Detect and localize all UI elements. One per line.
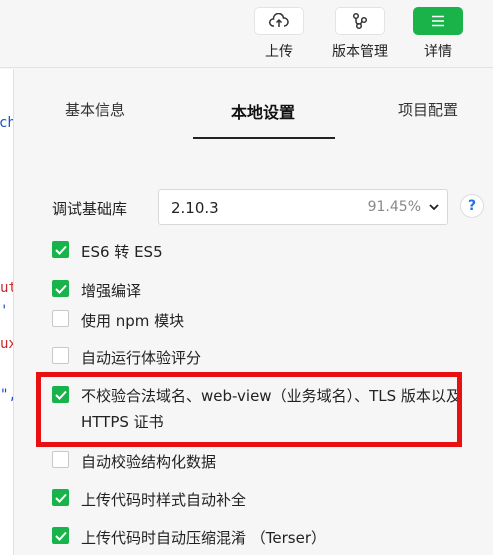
- option-label: 上传代码时样式自动补全: [81, 491, 247, 509]
- tab-project-config[interactable]: 项目配置: [398, 99, 458, 120]
- help-icon[interactable]: ?: [460, 194, 484, 218]
- tab-local-settings[interactable]: 本地设置: [231, 99, 295, 123]
- debug-lib-row: 调试基础库 2.10.3 91.45% ?: [15, 189, 493, 225]
- checkbox-checked[interactable]: [52, 241, 69, 258]
- menu-icon: [432, 15, 444, 27]
- code-editor-strip[interactable]: ch ut ' ux ",: [0, 69, 14, 555]
- option-label: 上传代码时自动压缩混淆 （Terser）: [81, 529, 326, 547]
- code-fragment: ch: [0, 115, 13, 131]
- checkbox-unchecked[interactable]: [52, 347, 69, 364]
- checkbox-unchecked[interactable]: [52, 451, 69, 468]
- debug-lib-version: 2.10.3: [171, 199, 219, 217]
- code-fragment: ux: [0, 336, 13, 352]
- cloud-upload-icon: [269, 13, 289, 27]
- option-label: 增强编译: [81, 282, 142, 300]
- version-management-button[interactable]: 版本管理: [330, 7, 390, 61]
- settings-tabs: 基本信息 本地设置 项目配置: [15, 69, 493, 139]
- checkbox-unchecked[interactable]: [52, 310, 69, 327]
- highlight-box: [36, 372, 462, 447]
- detail-button[interactable]: 详情: [411, 7, 465, 61]
- chevron-down-icon: [429, 204, 439, 211]
- check-icon: [55, 531, 67, 541]
- detail-icon-box: [413, 7, 463, 35]
- checkbox-checked[interactable]: [52, 489, 69, 506]
- code-fragment: ': [0, 303, 9, 319]
- option-label: 使用 npm 模块: [81, 312, 185, 330]
- debug-lib-select[interactable]: 2.10.3 91.45%: [158, 189, 448, 225]
- version-icon-box: [335, 7, 385, 35]
- active-tab-indicator: [193, 137, 335, 139]
- branch-icon: [352, 12, 368, 30]
- debug-lib-label: 调试基础库: [52, 200, 128, 218]
- option-label: ES6 转 ES5: [81, 243, 163, 261]
- detail-label: 详情: [424, 44, 452, 60]
- check-icon: [55, 284, 67, 294]
- code-fragment: ",: [0, 387, 13, 403]
- upload-button[interactable]: 上传: [252, 7, 306, 61]
- tab-basic-info[interactable]: 基本信息: [65, 99, 125, 120]
- upload-label: 上传: [265, 44, 293, 60]
- checkbox-checked[interactable]: [52, 280, 69, 297]
- option-label: 自动校验结构化数据: [81, 453, 217, 471]
- checkbox-checked[interactable]: [52, 527, 69, 544]
- option-label: 自动运行体验评分: [81, 349, 202, 367]
- debug-lib-percent: 91.45%: [367, 199, 421, 215]
- code-fragment: ut: [0, 280, 13, 296]
- check-icon: [55, 245, 67, 255]
- check-icon: [55, 493, 67, 503]
- version-label: 版本管理: [332, 44, 388, 60]
- upload-icon-box: [254, 7, 304, 35]
- details-panel: 基本信息 本地设置 项目配置 调试基础库 2.10.3 91.45% ? ES6…: [15, 69, 493, 555]
- top-toolbar: 上传 版本管理 详情: [0, 0, 493, 68]
